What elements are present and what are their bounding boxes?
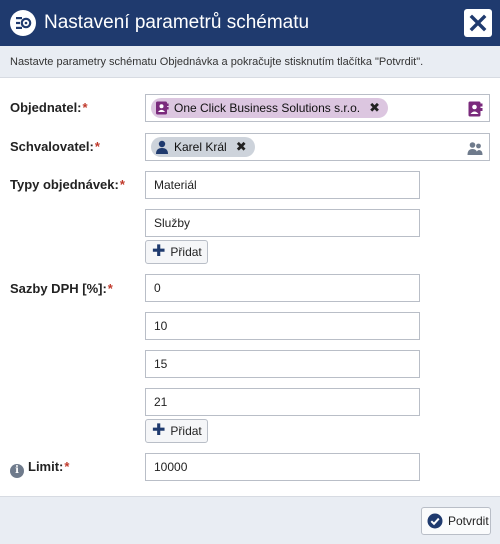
order-type-field[interactable] — [145, 171, 420, 199]
vat-rate-field[interactable] — [145, 312, 420, 340]
remove-approver-icon[interactable]: ✖ — [236, 139, 247, 155]
order-types-label: Typy objednávek:* — [10, 177, 125, 192]
vat-rate-input[interactable] — [146, 351, 419, 377]
remove-orderer-icon[interactable]: ✖ — [369, 100, 380, 116]
confirm-button[interactable]: Potvrdit — [421, 507, 491, 535]
dialog-footer: Potvrdit — [0, 496, 500, 544]
limit-field[interactable] — [145, 453, 420, 481]
close-icon — [469, 14, 487, 32]
vat-rate-input[interactable] — [146, 275, 419, 301]
orderer-label: Objednatel:* — [10, 100, 88, 115]
orderer-tag-label: One Click Business Solutions s.r.o. — [174, 101, 361, 115]
dialog-title: Nastavení parametrů schématu — [44, 12, 310, 33]
vat-rate-input[interactable] — [146, 313, 419, 339]
approver-tag: Karel Král ✖ — [151, 137, 255, 157]
company-contact-icon — [156, 101, 169, 115]
vat-rates-label: Sazby DPH [%]:* — [10, 281, 113, 296]
check-circle-icon — [427, 513, 443, 529]
vat-rate-input[interactable] — [146, 389, 419, 415]
plus-icon: ✚ — [152, 422, 166, 439]
plus-icon: ✚ — [152, 243, 166, 260]
vat-rate-field[interactable] — [145, 388, 420, 416]
order-type-input[interactable] — [146, 210, 419, 236]
settings-schema-icon — [10, 10, 36, 36]
instructions-text: Nastavte parametry schématu Objednávka a… — [10, 56, 424, 68]
add-order-type-button[interactable]: ✚ Přidat — [145, 240, 208, 264]
people-icon[interactable] — [467, 140, 483, 156]
approver-field[interactable]: Karel Král ✖ — [145, 133, 490, 161]
orderer-tag: One Click Business Solutions s.r.o. ✖ — [151, 98, 388, 118]
info-bar: Nastavte parametry schématu Objednávka a… — [0, 46, 500, 78]
order-type-field[interactable] — [145, 209, 420, 237]
limit-label: i Limit:* — [10, 459, 69, 478]
approver-label: Schvalovatel:* — [10, 139, 100, 154]
add-vat-rate-button[interactable]: ✚ Přidat — [145, 419, 208, 443]
limit-input[interactable] — [146, 454, 419, 480]
vat-rate-field[interactable] — [145, 350, 420, 378]
orderer-field[interactable]: One Click Business Solutions s.r.o. ✖ — [145, 94, 490, 122]
approver-tag-label: Karel Král — [174, 140, 227, 154]
dialog-titlebar: Nastavení parametrů schématu — [0, 0, 500, 46]
info-icon[interactable]: i — [10, 464, 24, 478]
person-icon — [156, 140, 168, 154]
close-button[interactable] — [464, 9, 492, 37]
order-type-input[interactable] — [146, 172, 419, 198]
company-contact-icon[interactable] — [467, 101, 483, 117]
vat-rate-field[interactable] — [145, 274, 420, 302]
